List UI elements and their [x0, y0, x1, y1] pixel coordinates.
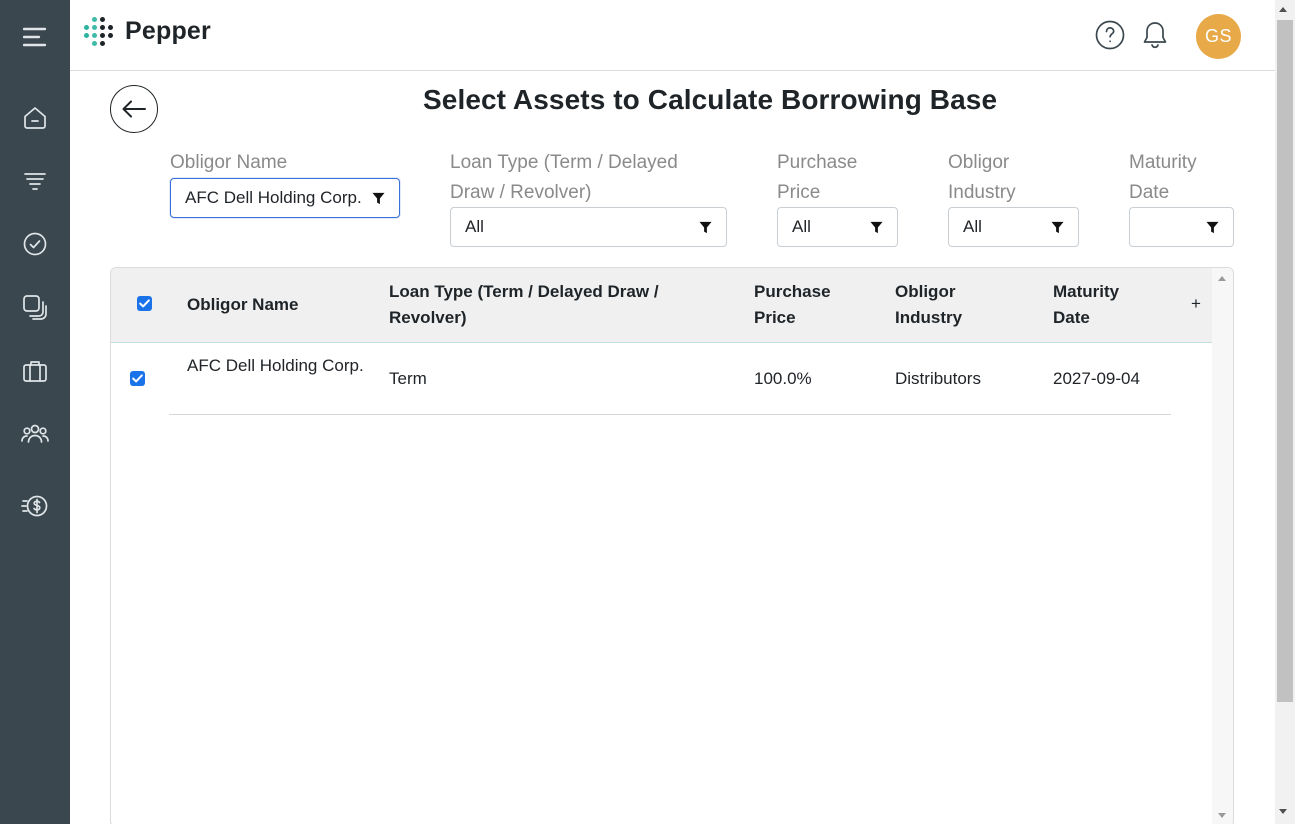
filter-obligor-industry[interactable]: All [948, 207, 1079, 247]
scroll-down-icon[interactable] [1279, 809, 1287, 814]
filter-obligor-name-value: AFC Dell Holding Corp. [185, 188, 362, 207]
select-all-checkbox[interactable] [137, 296, 152, 311]
checkmark-icon [132, 374, 143, 383]
filter-loan-type-value: All [465, 217, 484, 236]
question-circle-icon[interactable] [1095, 20, 1125, 50]
funnel-icon [1206, 221, 1219, 234]
table-header: Obligor Name Loan Type (Term / Delayed D… [111, 268, 1212, 343]
filter-obligor-industry-value: All [963, 217, 982, 236]
cell-obligor-industry: Distributors [895, 369, 981, 388]
cell-loan-type: Term [389, 369, 427, 388]
check-circle-icon[interactable] [17, 226, 53, 262]
filter-obligor-name[interactable]: AFC Dell Holding Corp. [170, 178, 400, 218]
sidebar [0, 0, 70, 824]
checkmark-icon [139, 299, 150, 308]
dollar-coin-icon[interactable] [17, 488, 53, 524]
column-header-purchase-price[interactable]: Purchase Price [754, 279, 844, 331]
column-header-loan-type[interactable]: Loan Type (Term / Delayed Draw / Revolve… [389, 279, 689, 331]
page-title: Select Assets to Calculate Borrowing Bas… [423, 84, 998, 115]
filter-loan-type[interactable]: All [450, 207, 727, 247]
cell-maturity-date: 2027-09-04 [1053, 369, 1140, 388]
filter-label-obligor-industry: Obligor Industry [948, 152, 1016, 203]
bell-icon[interactable] [1141, 20, 1169, 50]
funnel-icon [1051, 221, 1064, 234]
filter-label-purchase-price: Purchase Price [777, 152, 858, 203]
page-scrollbar-thumb[interactable] [1277, 20, 1293, 702]
column-header-obligor-industry[interactable]: Obligor Industry [895, 279, 985, 331]
row-checkbox[interactable] [130, 371, 145, 386]
funnel-icon [699, 221, 712, 234]
funnel-stack-icon[interactable] [17, 164, 53, 200]
briefcase-icon[interactable] [17, 353, 53, 389]
avatar[interactable]: GS [1196, 14, 1241, 59]
filter-label-loan-type: Loan Type (Term / Delayed Draw / Revolve… [450, 152, 678, 203]
menu-icon[interactable] [17, 19, 53, 55]
filter-label-obligor-name: Obligor Name [170, 152, 288, 173]
add-column-button[interactable]: + [1191, 294, 1201, 314]
cell-obligor-name: AFC Dell Holding Corp. [187, 356, 364, 375]
app-name: Pepper [125, 17, 211, 45]
logo-dots-icon [84, 17, 113, 46]
top-header: Pepper GS [70, 0, 1275, 71]
users-icon[interactable] [17, 416, 53, 452]
layers-icon[interactable] [17, 289, 53, 325]
column-header-maturity-date[interactable]: Maturity Date [1053, 279, 1143, 331]
app-logo[interactable]: Pepper [84, 17, 211, 46]
filter-purchase-price[interactable]: All [777, 207, 898, 247]
funnel-icon [870, 221, 883, 234]
filter-purchase-price-value: All [792, 217, 811, 236]
table-scroll-down-icon[interactable] [1218, 813, 1226, 818]
table-scrollbar[interactable] [1212, 268, 1233, 824]
row-divider [169, 414, 1171, 415]
funnel-icon [372, 192, 385, 205]
back-button[interactable] [110, 85, 158, 133]
home-icon[interactable] [17, 100, 53, 136]
arrow-left-icon [122, 100, 146, 118]
filter-maturity-date[interactable] [1129, 207, 1234, 247]
cell-purchase-price: 100.0% [754, 369, 812, 388]
filter-label-maturity-date: Maturity Date [1129, 152, 1197, 203]
assets-table: Obligor Name Loan Type (Term / Delayed D… [110, 267, 1234, 824]
column-header-obligor-name[interactable]: Obligor Name [187, 292, 298, 318]
scroll-up-icon[interactable] [1279, 7, 1287, 12]
table-scroll-up-icon[interactable] [1218, 276, 1226, 281]
